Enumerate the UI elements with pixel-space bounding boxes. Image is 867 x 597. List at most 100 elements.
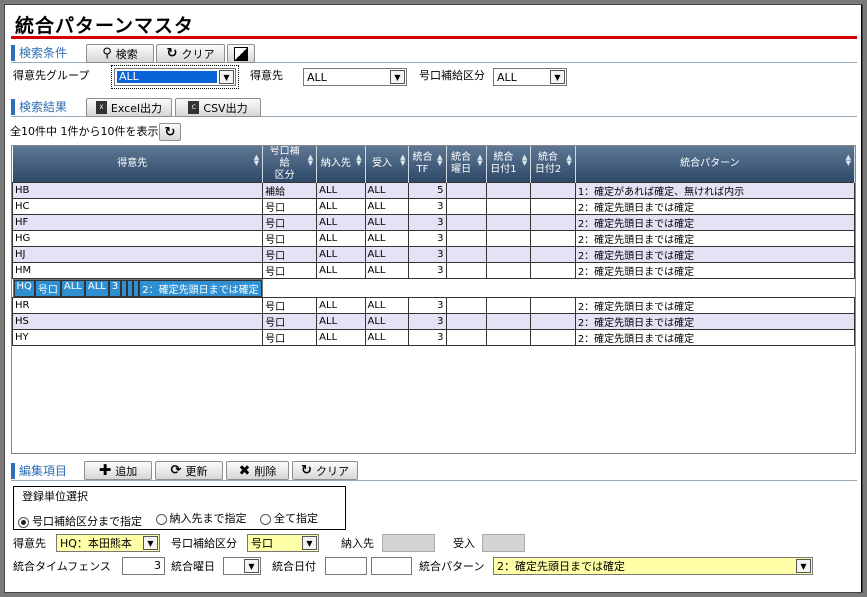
table-cell: 号口 [34, 279, 61, 297]
table-cell: ALL [316, 262, 366, 279]
customer-group-select[interactable]: ALL ▼ [111, 65, 239, 89]
table-row[interactable]: HQ 号口 ALL ALL 3 2：確定先頭日までは確定 [12, 279, 263, 297]
table-cell: 2：確定先頭日までは確定 [574, 313, 855, 330]
delete-button[interactable]: ✖ 削除 [226, 461, 289, 480]
toggle-panel-button[interactable] [227, 44, 255, 63]
table-row[interactable]: HC 号口 ALL ALL 3 2：確定先頭日までは確定 [12, 198, 855, 215]
table-row[interactable]: HM 号口 ALL ALL 3 2：確定先頭日までは確定 [12, 262, 855, 279]
table-cell: ALL [84, 279, 109, 297]
table-row[interactable]: HJ 号口 ALL ALL 3 2：確定先頭日までは確定 [12, 246, 855, 263]
chevron-down-icon: ▼ [143, 536, 158, 550]
table-cell: 2：確定先頭日までは確定 [574, 230, 855, 247]
table-cell: HB [12, 182, 264, 199]
sort-icon: ▲ ▼ [356, 153, 362, 167]
table-cell: 号口 [262, 262, 318, 279]
table-cell: 号口 [262, 230, 318, 247]
column-header[interactable]: 得意先 ▲ ▼ [12, 146, 264, 183]
table-cell: 号口 [262, 329, 318, 346]
refresh-icon: ↻ [301, 463, 312, 478]
result-count-text: 全10件中 1件から10件を表示 [10, 125, 159, 138]
column-header[interactable]: 統合 日付2 ▲ ▼ [530, 146, 576, 183]
table-row[interactable]: HS 号口 ALL ALL 3 2：確定先頭日までは確定 [12, 313, 855, 330]
radio-all[interactable]: 全て指定 [260, 512, 318, 526]
table-cell: 2：確定先頭日までは確定 [574, 297, 855, 314]
chevron-down-icon: ▼ [244, 559, 259, 573]
sort-icon: ▲ ▼ [437, 153, 443, 167]
supply-type-select[interactable]: ALL ▼ [493, 68, 567, 86]
main-window: 統合パターンマスタ 検索条件 ⚲ 検索 ↻ クリア 得意先グループ ALL ▼ 得意先… [4, 4, 863, 593]
table-cell: 2：確定先頭日までは確定 [574, 198, 855, 215]
customer-label: 得意先 [250, 69, 283, 82]
chevron-down-icon: ▼ [390, 70, 405, 84]
pattern-select[interactable]: 2：確定先頭日までは確定 ▼ [493, 557, 813, 575]
table-cell: 1：確定があれば確定、無ければ内示 [574, 182, 855, 199]
table-cell: HF [12, 214, 264, 231]
customer-select[interactable]: ALL ▼ [303, 68, 407, 86]
table-row[interactable]: HF 号口 ALL ALL 3 2：確定先頭日までは確定 [12, 214, 855, 231]
weekday-select[interactable]: ▼ [223, 557, 261, 575]
column-header[interactable]: 統合 曜日 ▲ ▼ [446, 146, 487, 183]
column-header[interactable]: 納入先 ▲ ▼ [316, 146, 366, 183]
title-rule [11, 36, 857, 39]
time-fence-input[interactable]: 3 [122, 557, 165, 575]
radio-selected-icon [18, 516, 29, 528]
table-cell [445, 329, 487, 346]
edit-customer-label: 得意先 [13, 537, 46, 550]
column-header[interactable]: 号口補給 区分 ▲ ▼ [262, 146, 318, 183]
table-cell: 3 [408, 246, 447, 263]
radio-supply-type[interactable]: 号口補給区分まで指定 [18, 515, 142, 529]
customer-group-label: 得意先グループ [13, 69, 90, 82]
chevron-down-icon: ▼ [219, 70, 234, 84]
supply-type-label: 号口補給区分 [419, 69, 485, 82]
update-button[interactable]: ⟳ 更新 [155, 461, 223, 480]
table-cell [530, 313, 576, 330]
table-cell [445, 182, 487, 199]
table-cell [445, 214, 487, 231]
chevron-down-icon: ▼ [302, 536, 317, 550]
table-cell [530, 198, 576, 215]
table-cell: HY [12, 329, 264, 346]
edit-customer-select[interactable]: HQ：本田熊本 ▼ [56, 534, 160, 552]
table-cell: HC [12, 198, 264, 215]
search-icon: ⚲ [102, 46, 112, 61]
excel-export-button[interactable]: X Excel出力 [86, 98, 172, 117]
edit-receive-input[interactable] [482, 534, 525, 552]
edit-delivery-input[interactable] [382, 534, 435, 552]
table-row[interactable]: HY 号口 ALL ALL 3 2：確定先頭日までは確定 [12, 329, 855, 346]
add-button[interactable]: ✚ 追加 [84, 461, 152, 480]
reload-button[interactable]: ↻ [159, 123, 181, 141]
plus-icon: ✚ [98, 461, 112, 479]
radio-unselected-icon [155, 513, 167, 525]
csv-file-icon: C [188, 101, 200, 114]
edit-supply-type-select[interactable]: 号口 ▼ [247, 534, 319, 552]
table-cell: HS [12, 313, 264, 330]
table-cell: 3 [408, 297, 447, 314]
date1-input[interactable] [325, 557, 367, 575]
table-row[interactable]: HG 号口 ALL ALL 3 2：確定先頭日までは確定 [12, 230, 855, 247]
table-cell: ALL [316, 329, 366, 346]
sort-icon: ▲ ▼ [253, 153, 260, 167]
csv-export-button[interactable]: C CSV出力 [175, 98, 261, 117]
edit-clear-button[interactable]: ↻ クリア [292, 461, 358, 480]
date2-input[interactable] [371, 557, 412, 575]
search-button[interactable]: ⚲ 検索 [86, 44, 154, 63]
sync-icon: ⟳ [170, 463, 182, 478]
column-header[interactable]: 統合 日付1 ▲ ▼ [486, 146, 532, 183]
radio-delivery[interactable]: 納入先まで指定 [155, 512, 247, 526]
table-cell: ALL [364, 313, 410, 330]
column-header[interactable]: 受入 ▲ ▼ [365, 146, 410, 183]
search-clear-button[interactable]: ↻ クリア [156, 44, 225, 63]
table-cell: 3 [408, 329, 447, 346]
table-row[interactable]: HB 補給 ALL ALL 5 1：確定があれば確定、無ければ内示 [12, 182, 855, 199]
table-cell: HR [12, 297, 264, 314]
table-cell [445, 246, 487, 263]
pattern-label: 統合パターン [419, 560, 485, 573]
table-cell: ALL [364, 329, 410, 346]
sort-icon: ▲ ▼ [400, 153, 406, 167]
table-cell: 号口 [262, 214, 318, 231]
column-header[interactable]: 統合パターン ▲ ▼ [575, 146, 855, 183]
table-cell [485, 297, 532, 314]
table-row[interactable]: HR 号口 ALL ALL 3 2：確定先頭日までは確定 [12, 297, 855, 314]
column-header[interactable]: 統合 TF ▲ ▼ [408, 146, 447, 183]
table-cell [445, 262, 487, 279]
